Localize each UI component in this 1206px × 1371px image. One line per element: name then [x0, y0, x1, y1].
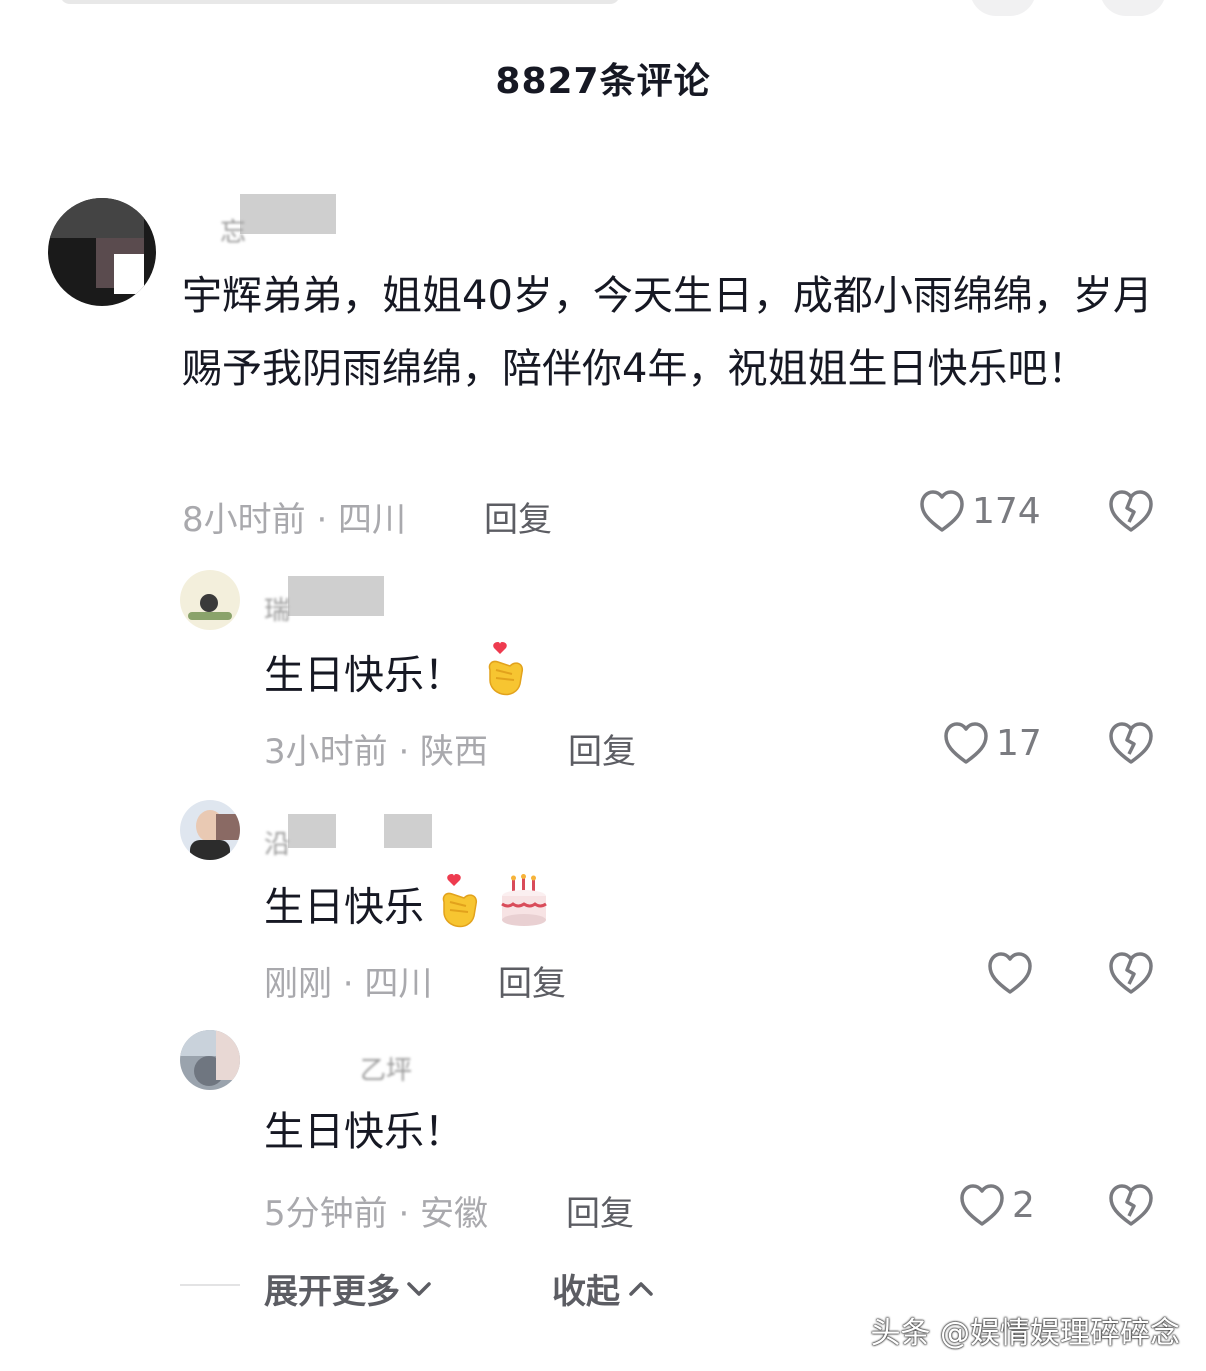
dislike-button[interactable] [1106, 950, 1156, 996]
dislike-button[interactable] [1106, 1182, 1156, 1228]
reply-text: 生日快乐！ [264, 652, 464, 699]
watermark: 头条 @娱情娱理碎碎念 [870, 1316, 1180, 1351]
like-button[interactable] [986, 950, 1040, 996]
avatar[interactable] [180, 800, 240, 860]
reply-meta: 3小时前 · 陕西 [264, 732, 489, 772]
avatar[interactable] [48, 198, 156, 306]
username[interactable]: 沿 [264, 814, 434, 860]
like-button[interactable]: 17 [942, 720, 1042, 766]
comment-text: 宇辉弟弟，姐姐40岁，今天生日，成都小雨绵绵，岁月赐予我阴雨绵绵，陪伴你4年，祝… [182, 273, 1153, 392]
expand-more-label: 展开更多 [264, 1272, 400, 1312]
reply-text: 生日快乐！ [264, 1109, 464, 1155]
finger-heart-emoji [482, 640, 526, 715]
broken-heart-icon [1106, 1182, 1156, 1228]
heart-icon [918, 488, 966, 534]
reply-text: 生日快乐 [264, 884, 424, 931]
collapse-button[interactable]: 收起 [552, 1264, 654, 1313]
reply-meta: 刚刚 · 四川 [264, 964, 433, 1004]
reply-button[interactable]: 回复 [484, 492, 552, 541]
like-button[interactable]: 2 [958, 1182, 1035, 1228]
heart-icon [958, 1182, 1006, 1228]
collapse-label: 收起 [552, 1272, 620, 1312]
previous-content-strip [60, 0, 620, 4]
dislike-button[interactable] [1106, 720, 1156, 766]
avatar[interactable] [180, 570, 240, 630]
broken-heart-icon [1106, 950, 1156, 996]
like-button[interactable]: 174 [918, 488, 1041, 534]
reply-button[interactable]: 回复 [498, 956, 566, 1005]
reply-meta: 5分钟前 · 安徽 [264, 1194, 489, 1234]
heart-icon [986, 950, 1034, 996]
heart-icon [942, 720, 990, 766]
dislike-button[interactable] [1106, 488, 1156, 534]
chevron-up-icon [628, 1279, 654, 1299]
reply-button[interactable]: 回复 [566, 1186, 634, 1235]
expand-more-button[interactable]: 展开更多 [264, 1264, 432, 1313]
divider [180, 1284, 240, 1286]
comment-count-title: 8827条评论 [495, 61, 711, 102]
top-action-button[interactable] [970, 0, 1036, 16]
username[interactable]: 忘 [190, 194, 340, 248]
comment-meta: 8小时前 · 四川 [182, 500, 407, 540]
finger-heart-emoji [436, 872, 480, 947]
reply-button[interactable]: 回复 [568, 724, 636, 773]
avatar[interactable] [180, 1030, 240, 1090]
broken-heart-icon [1106, 488, 1156, 534]
like-count: 174 [972, 490, 1041, 532]
reply-text-row: 生日快乐！ [264, 640, 526, 715]
like-count: 17 [996, 722, 1042, 764]
username[interactable]: 乙坪 [264, 1046, 434, 1086]
broken-heart-icon [1106, 720, 1156, 766]
username[interactable]: 瑞 [264, 576, 434, 626]
birthday-cake-emoji [498, 874, 550, 945]
like-count: 2 [1012, 1184, 1035, 1226]
close-button[interactable] [1100, 0, 1166, 16]
chevron-down-icon [406, 1279, 432, 1299]
reply-text-row: 生日快乐 [264, 872, 550, 947]
